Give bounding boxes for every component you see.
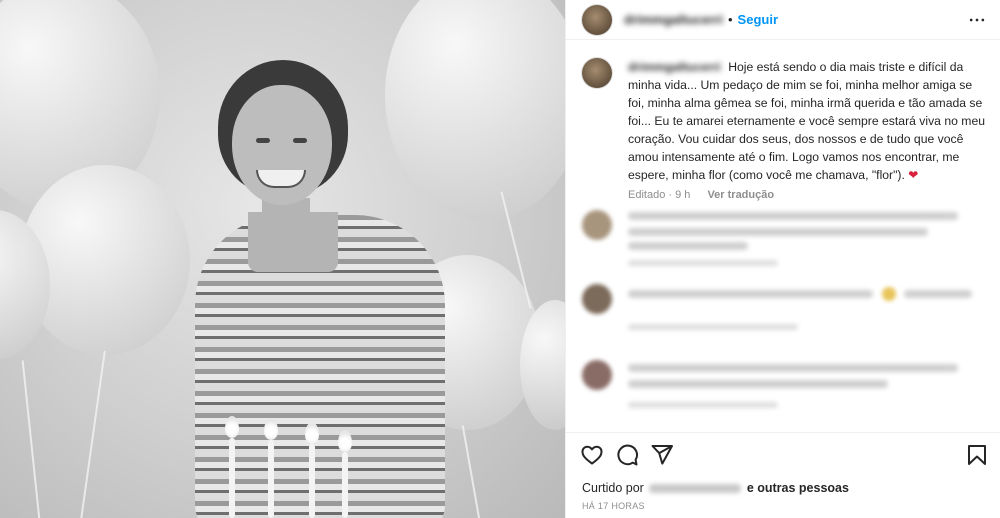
balloon-string	[461, 425, 481, 518]
balloon	[385, 0, 565, 220]
comment-text-blurred	[628, 242, 748, 250]
caption-text: Hoje está sendo o dia mais triste e difí…	[628, 60, 986, 182]
candle	[309, 444, 315, 518]
heart-icon[interactable]	[580, 443, 604, 467]
comment-text-blurred	[628, 364, 958, 372]
send-icon[interactable]	[650, 443, 674, 467]
person-eye	[256, 138, 270, 143]
candle-flame	[264, 418, 278, 440]
post-actions: Curtido por e outras pessoas HÁ 17 HORAS	[566, 432, 1000, 518]
person-eye	[293, 138, 307, 143]
comment-meta-blurred	[628, 402, 778, 408]
balloon-string	[80, 350, 106, 518]
comment-avatar[interactable]	[582, 210, 612, 240]
author-avatar[interactable]	[582, 4, 612, 35]
emoji-icon	[882, 287, 896, 301]
post-side-panel: drimmgaltucerri • Seguir drimmgaltucerri…	[565, 0, 1000, 518]
comment-text-blurred	[904, 290, 972, 298]
caption-text-block: drimmgaltucerri Hoje está sendo o dia ma…	[628, 58, 987, 184]
post-header: drimmgaltucerri • Seguir	[566, 0, 1000, 40]
more-horizontal-icon[interactable]	[967, 10, 987, 30]
comment-text-blurred	[628, 290, 873, 298]
candle	[229, 438, 235, 518]
likes-others[interactable]: e outras pessoas	[747, 481, 849, 495]
caption-meta: Editado · 9 h Ver tradução	[628, 189, 987, 201]
balloon-string	[21, 360, 41, 518]
comment-meta-blurred	[628, 260, 778, 266]
author-username[interactable]: drimmgaltucerri	[624, 12, 723, 27]
see-translation-link[interactable]: Ver tradução	[707, 189, 774, 201]
candle	[342, 452, 348, 518]
likes-prefix: Curtido por	[582, 481, 644, 495]
separator-dot: •	[727, 12, 733, 27]
comment-text-blurred	[628, 228, 928, 236]
edited-label: Editado · 9 h	[628, 189, 691, 201]
bookmark-icon[interactable]	[965, 443, 989, 467]
post-photo[interactable]	[0, 0, 565, 518]
follow-button[interactable]: Seguir	[738, 12, 778, 27]
candle	[268, 440, 274, 518]
comment-item	[582, 284, 987, 344]
candle-flame	[225, 416, 239, 438]
comment-text-blurred	[628, 212, 958, 220]
comment-meta-blurred	[628, 324, 798, 330]
liker-username-blurred[interactable]	[649, 484, 742, 494]
likes-summary[interactable]: Curtido por e outras pessoas	[582, 481, 849, 495]
post-timestamp[interactable]: HÁ 17 HORAS	[582, 501, 645, 511]
candle-flame	[305, 422, 319, 444]
caption-author-avatar[interactable]	[582, 58, 612, 88]
comment-text-blurred	[628, 380, 888, 388]
comment-avatar[interactable]	[582, 284, 612, 314]
comment-item	[582, 360, 987, 420]
comment-avatar[interactable]	[582, 360, 612, 390]
post-caption: drimmgaltucerri Hoje está sendo o dia ma…	[582, 58, 987, 201]
heart-emoji: ❤	[908, 168, 919, 182]
caption-author[interactable]: drimmgaltucerri	[628, 60, 721, 74]
comment-item	[582, 210, 987, 270]
comment-icon[interactable]	[615, 443, 639, 467]
candle-flame	[338, 430, 352, 452]
dress-neckline	[248, 212, 338, 272]
